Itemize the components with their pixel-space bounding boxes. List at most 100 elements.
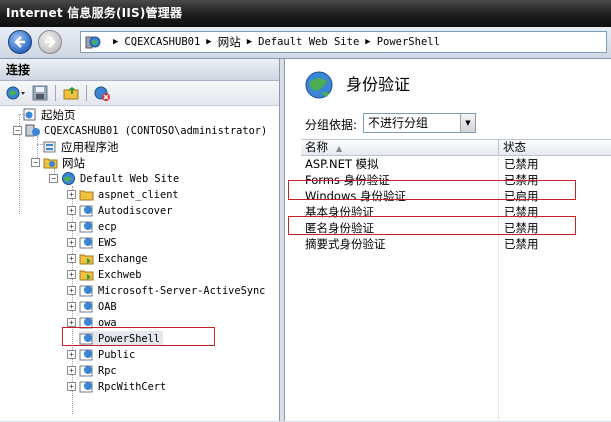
tree-app-pools[interactable]: 应用程序池 xyxy=(42,139,119,154)
authentication-globe-icon xyxy=(305,71,333,99)
collapse-icon[interactable]: − xyxy=(31,158,40,167)
expand-icon[interactable]: + xyxy=(67,382,76,391)
arrow-left-icon xyxy=(14,36,25,48)
disconnect-icon[interactable] xyxy=(94,85,110,101)
tree-child-app[interactable]: + Microsoft-Server-ActiveSync xyxy=(67,283,265,298)
crumb-powershell[interactable]: PowerShell xyxy=(377,36,440,48)
collapse-icon[interactable]: − xyxy=(13,126,22,135)
expand-icon[interactable]: + xyxy=(67,254,76,263)
expand-icon[interactable]: + xyxy=(67,238,76,247)
tree-label: Public xyxy=(98,348,136,361)
tree-label: Autodiscover xyxy=(98,204,173,217)
tree-child-folder[interactable]: + Exchweb xyxy=(67,267,141,282)
tree-child-folder[interactable]: + Exchange xyxy=(67,251,148,266)
tree-label: aspnet_client xyxy=(98,188,179,201)
folder-icon xyxy=(79,190,94,201)
expand-icon[interactable]: + xyxy=(67,366,76,375)
expand-icon[interactable]: + xyxy=(67,318,76,327)
globe-icon xyxy=(62,172,75,185)
feature-panel: 身份验证 分组依据: 不进行分组 ▼ 名称 ▲ 状态 ASP.NET 模拟 已禁用… xyxy=(284,59,611,422)
connect-globe-icon[interactable] xyxy=(6,85,28,101)
address-path[interactable]: ▶ CQEXCASHUB01 ▶ 网站 ▶ Default Web Site ▶… xyxy=(80,31,607,53)
grid-header: 名称 ▲ 状态 xyxy=(301,140,611,156)
tree-child-app[interactable]: + OAB xyxy=(67,299,117,314)
server-globe-icon xyxy=(85,36,101,49)
expand-icon[interactable]: + xyxy=(67,302,76,311)
tree-child-app[interactable]: + Public xyxy=(67,347,135,362)
group-by-dropdown[interactable]: 不进行分组 ▼ xyxy=(363,113,476,133)
tree-label: 起始页 xyxy=(41,107,76,122)
auth-name: ASP.NET 模拟 xyxy=(305,157,379,171)
tree-label: CQEXCASHUB01 (CONTOSO\administrator) xyxy=(44,124,268,137)
auth-status: 已禁用 xyxy=(504,157,539,171)
tree-start-page[interactable]: 起始页 xyxy=(22,107,76,122)
crumb-server[interactable]: CQEXCASHUB01 xyxy=(124,36,200,48)
table-row[interactable]: ASP.NET 模拟 已禁用 xyxy=(301,156,611,172)
collapse-icon[interactable]: − xyxy=(49,174,58,183)
tree-child-app[interactable]: + Autodiscover xyxy=(67,203,172,218)
expand-icon[interactable]: + xyxy=(67,270,76,279)
web-app-icon xyxy=(79,205,93,217)
tree-child-app[interactable]: + EWS xyxy=(67,235,117,250)
tree-sites[interactable]: − 网站 xyxy=(31,155,85,170)
app-pool-icon xyxy=(43,141,56,153)
expand-icon[interactable]: + xyxy=(67,350,76,359)
column-header-name[interactable]: 名称 ▲ xyxy=(305,140,499,155)
group-by-value: 不进行分组 xyxy=(368,116,429,130)
group-by-label: 分组依据: xyxy=(305,118,358,132)
tree-label: EWS xyxy=(98,236,117,249)
tree-label: ecp xyxy=(98,220,117,233)
window-title: Internet 信息服务(IIS)管理器 xyxy=(0,0,611,27)
expand-icon[interactable]: + xyxy=(67,286,76,295)
web-app-icon xyxy=(79,349,93,361)
web-app-icon xyxy=(79,365,93,377)
arrow-right-icon xyxy=(45,36,56,48)
connections-header: 连接 xyxy=(0,59,279,81)
auth-name: 摘要式身份验证 xyxy=(305,237,386,251)
column-header-status[interactable]: 状态 xyxy=(499,140,526,155)
virtual-dir-icon xyxy=(79,270,94,281)
powershell-highlight-box xyxy=(62,327,215,346)
feature-title: 身份验证 xyxy=(346,75,411,94)
tree-child-folder[interactable]: + aspnet_client xyxy=(67,187,179,202)
tree-child-app[interactable]: + ecp xyxy=(67,219,117,234)
crumb-sites[interactable]: 网站 xyxy=(218,34,241,50)
forward-button[interactable] xyxy=(38,30,62,54)
connections-panel: 连接 起始页 − CQEXCASHUB01 (CONTOSO\administr… xyxy=(0,59,280,421)
path-separator: ▶ xyxy=(246,37,253,47)
tree-label: RpcWithCert xyxy=(98,380,167,393)
tree-label: 网站 xyxy=(62,155,85,170)
toolbar-separator xyxy=(55,85,56,101)
tree-label: Default Web Site xyxy=(80,172,180,185)
address-bar: ▶ CQEXCASHUB01 ▶ 网站 ▶ Default Web Site ▶… xyxy=(0,27,611,59)
expand-icon[interactable]: + xyxy=(67,190,76,199)
path-separator: ▶ xyxy=(206,37,212,47)
tree-label: Rpc xyxy=(98,364,117,377)
anonymous-auth-highlight-box xyxy=(288,216,576,235)
web-app-icon xyxy=(79,301,93,313)
tree-label: Microsoft-Server-ActiveSync xyxy=(98,284,266,297)
tree-label: Exchange xyxy=(98,252,148,265)
windows-auth-highlight-box xyxy=(288,180,576,200)
web-app-icon xyxy=(79,237,93,249)
chevron-down-icon[interactable]: ▼ xyxy=(460,114,475,132)
sort-ascending-icon: ▲ xyxy=(336,144,343,153)
tree-default-web-site[interactable]: − Default Web Site xyxy=(49,171,179,186)
expand-icon[interactable]: + xyxy=(67,222,76,231)
save-icon[interactable] xyxy=(32,85,48,101)
back-button[interactable] xyxy=(8,30,32,54)
tree-child-app[interactable]: + Rpc xyxy=(67,363,117,378)
server-icon xyxy=(25,124,40,137)
path-separator: ▶ xyxy=(365,37,371,47)
column-label: 名称 xyxy=(305,140,328,154)
tree-label: 应用程序池 xyxy=(61,139,119,154)
web-app-icon xyxy=(79,381,93,393)
crumb-default-site[interactable]: Default Web Site xyxy=(258,36,359,48)
connections-toolbar xyxy=(0,81,279,106)
up-folder-icon[interactable] xyxy=(63,85,79,101)
tree-child-app[interactable]: + RpcWithCert xyxy=(67,379,166,394)
web-app-icon xyxy=(79,221,93,233)
expand-icon[interactable]: + xyxy=(67,206,76,215)
table-row[interactable]: 摘要式身份验证 已禁用 xyxy=(301,236,611,252)
tree-server[interactable]: − CQEXCASHUB01 (CONTOSO\administrator) xyxy=(13,123,267,138)
